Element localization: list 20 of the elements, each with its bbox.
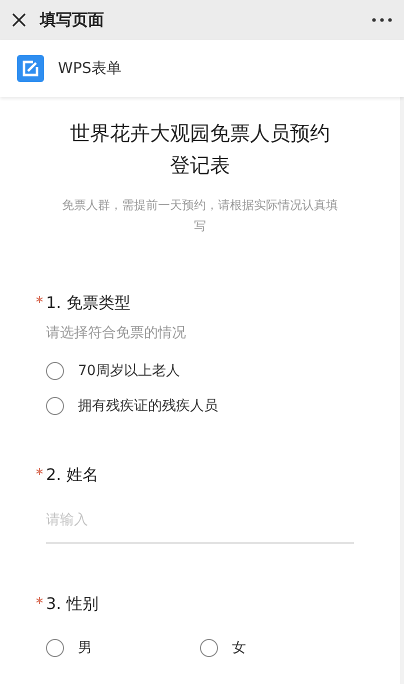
radio-button[interactable] — [46, 362, 64, 380]
question-label: 3. 性别 — [46, 594, 100, 615]
radio-button[interactable] — [46, 639, 64, 657]
question-label: 2. 姓名 — [46, 465, 100, 486]
question-label: 1. 免票类型 — [46, 293, 132, 314]
more-icon[interactable] — [372, 18, 392, 22]
option-label[interactable]: 70周岁以上老人 — [78, 362, 180, 380]
question-hint: 请选择符合免票的情况 — [46, 324, 187, 342]
page-title: 填写页面 — [40, 10, 105, 30]
option-label[interactable]: 拥有残疾证的残疾人员 — [78, 397, 218, 415]
option-label[interactable]: 女 — [232, 639, 246, 657]
radio-button[interactable] — [46, 397, 64, 415]
radio-button[interactable] — [200, 639, 218, 657]
form-description: 免票人群，需提前一天预约，请根据实际情况认真填写 — [61, 197, 339, 235]
input-field[interactable]: 请输入 — [46, 506, 354, 544]
form-title: 世界花卉大观园免票人员预约登记表 — [69, 120, 331, 179]
option-label[interactable]: 男 — [78, 639, 92, 657]
brand-name: WPS表单 — [58, 59, 122, 78]
close-icon[interactable] — [12, 13, 26, 27]
form-logo-icon — [17, 55, 44, 82]
